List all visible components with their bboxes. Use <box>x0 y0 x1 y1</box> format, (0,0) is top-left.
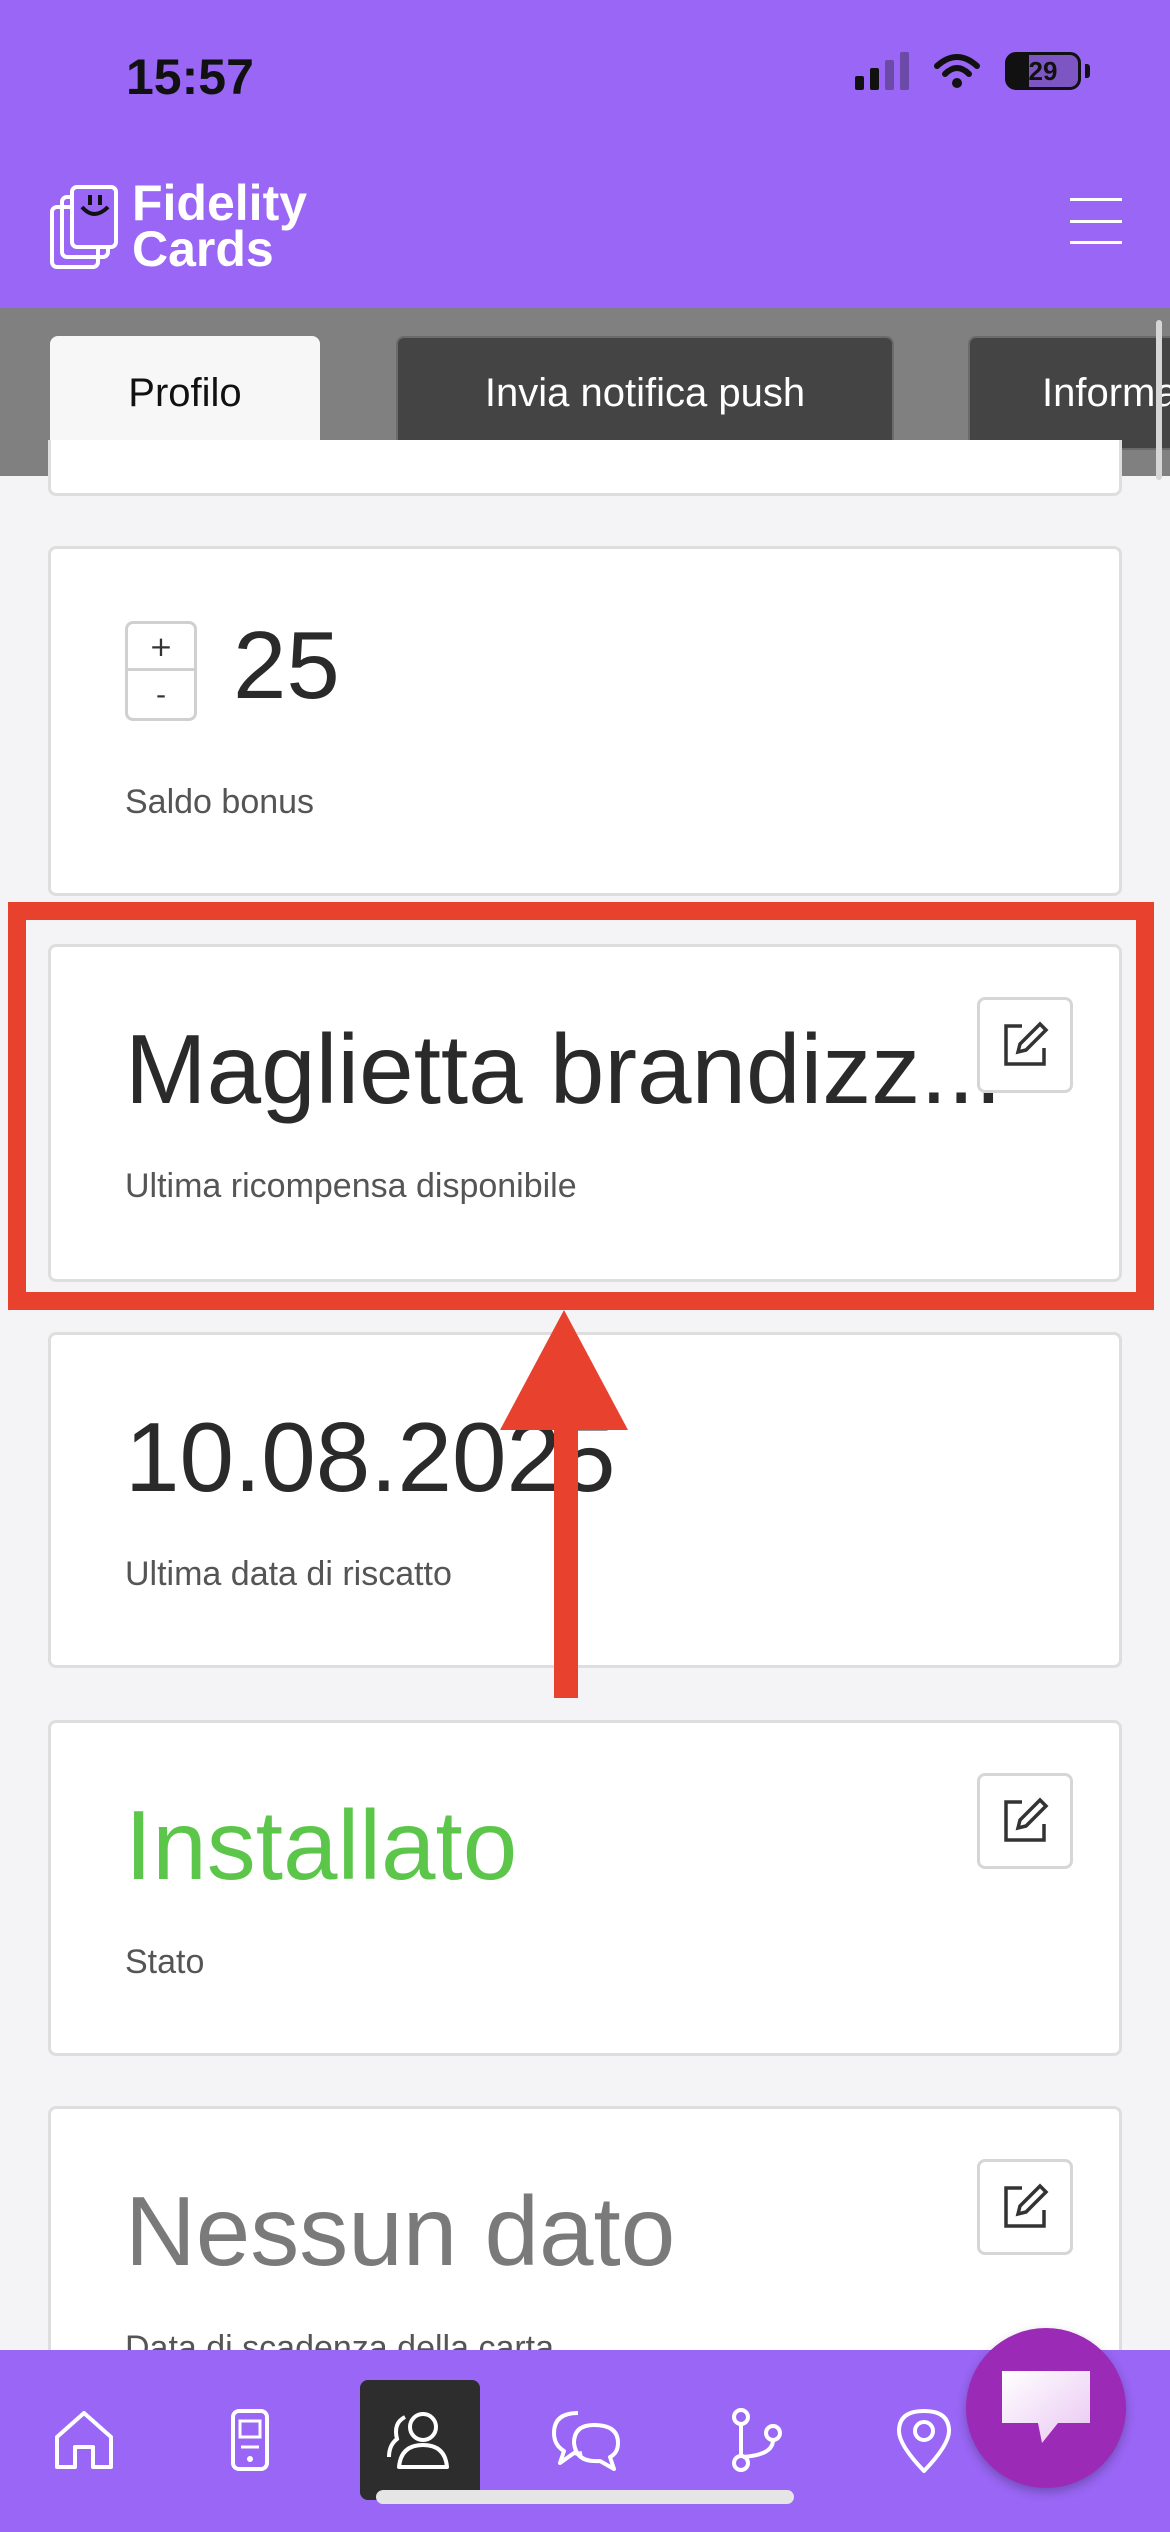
hamburger-menu-icon[interactable] <box>1070 198 1122 244</box>
status-card: Installato Stato <box>48 1720 1122 2056</box>
increment-button[interactable]: + <box>128 624 194 671</box>
redeem-date-caption: Ultima data di riscatto <box>125 1555 452 1593</box>
tab-invia-notifica-push[interactable]: Invia notifica push <box>396 336 894 450</box>
bonus-caption: Saldo bonus <box>125 783 315 821</box>
message-icon <box>1002 2371 1090 2443</box>
device-icon <box>231 2409 269 2471</box>
battery-icon: 29 <box>1005 52 1081 90</box>
battery-level: 29 <box>1028 55 1058 86</box>
nav-branch[interactable] <box>696 2380 816 2500</box>
edit-expiry-button[interactable] <box>977 2159 1073 2255</box>
status-caption: Stato <box>125 1943 205 1981</box>
app-header: 15:57 29 Fidelity Cards <box>0 0 1170 308</box>
decrement-button[interactable]: - <box>128 671 194 718</box>
annotation-arrow-icon <box>500 1310 628 1698</box>
home-icon <box>55 2411 113 2469</box>
nav-chat[interactable] <box>526 2380 646 2500</box>
app-logo[interactable]: Fidelity Cards <box>48 175 308 277</box>
highlight-box <box>8 902 1154 1310</box>
scrollbar[interactable] <box>1156 320 1162 480</box>
logo-text-line2: Cards <box>132 221 274 277</box>
nav-device[interactable] <box>190 2380 310 2500</box>
edit-icon <box>1004 2183 1049 2228</box>
logo-text-line1: Fidelity <box>132 175 308 231</box>
status-time: 15:57 <box>126 49 254 105</box>
expiry-value: Nessun dato <box>125 2176 676 2286</box>
location-icon <box>897 2409 951 2473</box>
nav-users[interactable] <box>360 2380 480 2500</box>
tab-informazioni[interactable]: Informa <box>968 336 1170 450</box>
branch-icon <box>732 2408 782 2472</box>
tab-profilo[interactable]: Profilo <box>50 336 320 450</box>
nav-home[interactable] <box>24 2380 144 2500</box>
edit-status-button[interactable] <box>977 1773 1073 1869</box>
bonus-card: + - 25 Saldo bonus <box>48 546 1122 896</box>
status-icons: 29 <box>855 52 1090 90</box>
users-icon <box>387 2412 449 2469</box>
status-value: Installato <box>125 1790 518 1900</box>
edit-icon <box>1004 1797 1049 1842</box>
signal-icon <box>855 52 909 90</box>
previous-card <box>48 440 1122 496</box>
bonus-stepper[interactable]: + - <box>125 621 197 721</box>
chat-icon <box>552 2411 620 2471</box>
bonus-value: 25 <box>233 612 340 719</box>
wifi-icon <box>934 54 980 88</box>
home-indicator <box>376 2490 794 2504</box>
chat-fab-button[interactable] <box>966 2328 1126 2488</box>
cards-logo-icon <box>50 185 118 269</box>
